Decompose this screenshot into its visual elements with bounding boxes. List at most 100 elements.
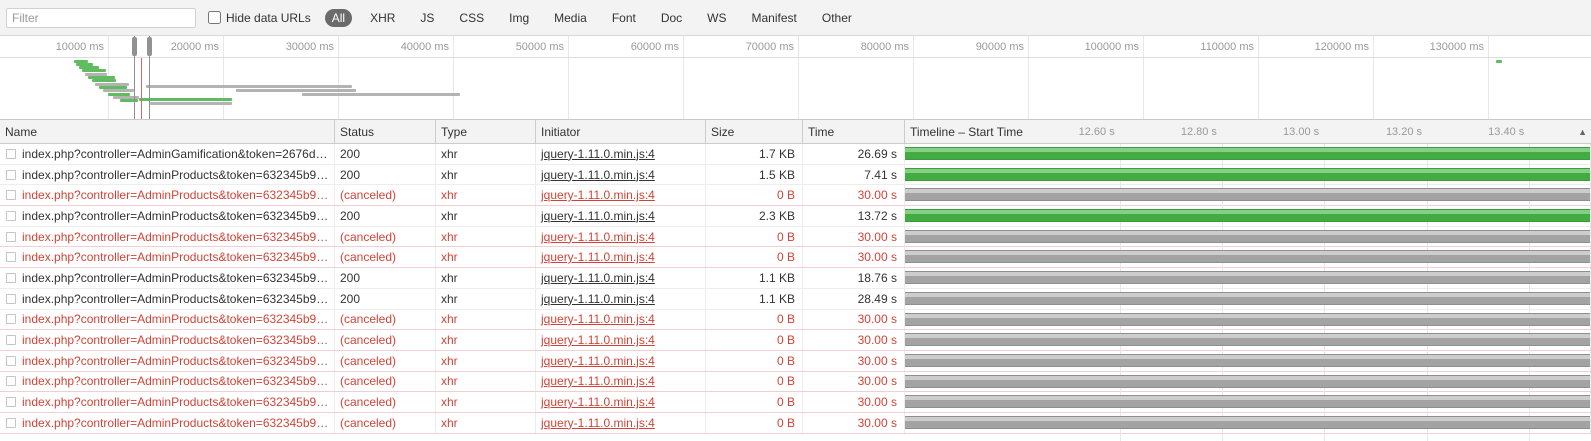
initiator-cell[interactable]: jquery-1.11.0.min.js:4 — [536, 268, 706, 288]
initiator-link[interactable]: jquery-1.11.0.min.js:4 — [541, 395, 655, 409]
table-row[interactable]: index.php?controller=AdminProducts&token… — [0, 226, 1591, 248]
initiator-cell[interactable]: jquery-1.11.0.min.js:4 — [536, 164, 706, 185]
request-name-cell[interactable]: index.php?controller=AdminProducts&token… — [0, 226, 335, 247]
overview-selection-handle-left[interactable] — [132, 37, 137, 56]
column-header-timeline[interactable]: Timeline – Start Time 12.60 s 12.80 s 13.0… — [905, 120, 1591, 143]
filter-doc[interactable]: Doc — [654, 9, 689, 27]
initiator-link[interactable]: jquery-1.11.0.min.js:4 — [541, 147, 655, 161]
initiator-link[interactable]: jquery-1.11.0.min.js:4 — [541, 230, 655, 244]
table-row[interactable]: index.php?controller=AdminProducts&token… — [0, 247, 1591, 269]
filter-xhr[interactable]: XHR — [363, 9, 402, 27]
overview-selection-handle-right[interactable] — [147, 37, 152, 56]
initiator-cell[interactable]: jquery-1.11.0.min.js:4 — [536, 392, 706, 412]
filter-font[interactable]: Font — [605, 9, 643, 27]
table-row[interactable]: index.php?controller=AdminProducts&token… — [0, 371, 1591, 393]
request-name-cell[interactable]: index.php?controller=AdminProducts&token… — [0, 392, 335, 412]
filter-manifest[interactable]: Manifest — [745, 9, 804, 27]
initiator-link[interactable]: jquery-1.11.0.min.js:4 — [541, 168, 655, 182]
request-name-cell[interactable]: index.php?controller=AdminProducts&token… — [0, 206, 335, 226]
table-row[interactable]: index.php?controller=AdminGamification&t… — [0, 144, 1591, 165]
request-name-cell[interactable]: index.php?controller=AdminProducts&token… — [0, 268, 335, 288]
waterfall-cell — [905, 412, 1591, 433]
filter-all[interactable]: All — [324, 8, 353, 27]
initiator-cell[interactable]: jquery-1.11.0.min.js:4 — [536, 350, 706, 371]
filter-css[interactable]: CSS — [452, 9, 491, 27]
initiator-link[interactable]: jquery-1.11.0.min.js:4 — [541, 333, 655, 347]
initiator-cell[interactable]: jquery-1.11.0.min.js:4 — [536, 206, 706, 226]
initiator-cell[interactable]: jquery-1.11.0.min.js:4 — [536, 185, 706, 206]
initiator-cell[interactable]: jquery-1.11.0.min.js:4 — [536, 247, 706, 268]
request-name-cell[interactable]: index.php?controller=AdminProducts&token… — [0, 247, 335, 268]
request-name-cell[interactable]: index.php?controller=AdminGamification&t… — [0, 144, 335, 164]
column-header-name[interactable]: Name — [0, 120, 335, 143]
table-row[interactable]: index.php?controller=AdminProducts&token… — [0, 185, 1591, 207]
column-header-status[interactable]: Status — [335, 120, 436, 143]
column-header-time[interactable]: Time — [803, 120, 905, 143]
request-name: index.php?controller=AdminProducts&token… — [22, 291, 329, 306]
table-row[interactable]: index.php?controller=AdminProducts&token… — [0, 309, 1591, 331]
table-row[interactable]: index.php?controller=AdminProducts&token… — [0, 330, 1591, 351]
initiator-link[interactable]: jquery-1.11.0.min.js:4 — [541, 271, 655, 285]
request-name: index.php?controller=AdminProducts&token… — [22, 188, 329, 203]
initiator-cell[interactable]: jquery-1.11.0.min.js:4 — [536, 144, 706, 164]
overview-ruler: 10000 ms 20000 ms 30000 ms 40000 ms 50000 ms… — [0, 36, 1591, 58]
time-cell: 30.00 s — [803, 226, 905, 247]
request-name-cell[interactable]: index.php?controller=AdminProducts&token… — [0, 164, 335, 185]
table-row[interactable]: index.php?controller=AdminProducts&token… — [0, 392, 1591, 413]
column-header-type[interactable]: Type — [436, 120, 536, 143]
initiator-cell[interactable]: jquery-1.11.0.min.js:4 — [536, 330, 706, 350]
initiator-link[interactable]: jquery-1.11.0.min.js:4 — [541, 416, 655, 430]
request-name-cell[interactable]: index.php?controller=AdminProducts&token… — [0, 185, 335, 206]
hide-data-urls-checkbox[interactable] — [208, 11, 221, 24]
filter-other[interactable]: Other — [815, 9, 859, 27]
filter-img[interactable]: Img — [502, 9, 536, 27]
initiator-link[interactable]: jquery-1.11.0.min.js:4 — [541, 374, 655, 388]
request-name-cell[interactable]: index.php?controller=AdminProducts&token… — [0, 350, 335, 371]
initiator-link[interactable]: jquery-1.11.0.min.js:4 — [541, 188, 655, 202]
column-header-initiator[interactable]: Initiator — [536, 120, 706, 143]
initiator-link[interactable]: jquery-1.11.0.min.js:4 — [541, 250, 655, 264]
filter-js[interactable]: JS — [413, 9, 441, 27]
table-row[interactable]: index.php?controller=AdminProducts&token… — [0, 268, 1591, 289]
table-row[interactable]: index.php?controller=AdminProducts&token… — [0, 164, 1591, 186]
request-name-cell[interactable]: index.php?controller=AdminProducts&token… — [0, 309, 335, 330]
table-row[interactable]: index.php?controller=AdminProducts&token… — [0, 288, 1591, 310]
resource-icon — [6, 397, 16, 408]
initiator-link[interactable]: jquery-1.11.0.min.js:4 — [541, 292, 655, 306]
status-cell: (canceled) — [335, 330, 436, 350]
waterfall-cell — [905, 268, 1591, 288]
request-name-cell[interactable]: index.php?controller=AdminProducts&token… — [0, 371, 335, 392]
filter-ws[interactable]: WS — [700, 9, 733, 27]
waterfall-bar — [905, 374, 1590, 388]
initiator-cell[interactable]: jquery-1.11.0.min.js:4 — [536, 412, 706, 433]
sort-ascending-icon[interactable]: ▲ — [1578, 127, 1587, 137]
network-overview-strip[interactable]: 10000 ms 20000 ms 30000 ms 40000 ms 50000 ms… — [0, 36, 1591, 120]
waterfall-cell — [905, 371, 1591, 392]
status-cell: 200 — [335, 206, 436, 226]
overview-tick-label: 10000 ms — [55, 41, 104, 53]
initiator-cell[interactable]: jquery-1.11.0.min.js:4 — [536, 309, 706, 330]
table-row[interactable]: index.php?controller=AdminProducts&token… — [0, 350, 1591, 372]
initiator-link[interactable]: jquery-1.11.0.min.js:4 — [541, 354, 655, 368]
table-row[interactable]: index.php?controller=AdminProducts&token… — [0, 206, 1591, 227]
initiator-cell[interactable]: jquery-1.11.0.min.js:4 — [536, 288, 706, 309]
request-name-cell[interactable]: index.php?controller=AdminProducts&token… — [0, 330, 335, 350]
initiator-cell[interactable]: jquery-1.11.0.min.js:4 — [536, 371, 706, 392]
initiator-cell[interactable]: jquery-1.11.0.min.js:4 — [536, 226, 706, 247]
time-cell: 30.00 s — [803, 371, 905, 392]
hide-data-urls[interactable]: Hide data URLs — [208, 11, 311, 25]
filter-input[interactable] — [6, 7, 196, 28]
filter-media[interactable]: Media — [547, 9, 594, 27]
table-row[interactable]: index.php?controller=AdminProducts&token… — [0, 412, 1591, 434]
size-cell: 2.3 KB — [706, 206, 803, 226]
time-cell: 30.00 s — [803, 185, 905, 206]
initiator-link[interactable]: jquery-1.11.0.min.js:4 — [541, 312, 655, 326]
waterfall-bar — [905, 395, 1590, 409]
overview-bar — [236, 89, 356, 92]
request-name-cell[interactable]: index.php?controller=AdminProducts&token… — [0, 412, 335, 433]
status-cell: (canceled) — [335, 392, 436, 412]
column-header-size[interactable]: Size — [706, 120, 803, 143]
request-name-cell[interactable]: index.php?controller=AdminProducts&token… — [0, 288, 335, 309]
initiator-link[interactable]: jquery-1.11.0.min.js:4 — [541, 209, 655, 223]
hide-data-urls-label: Hide data URLs — [226, 10, 311, 25]
